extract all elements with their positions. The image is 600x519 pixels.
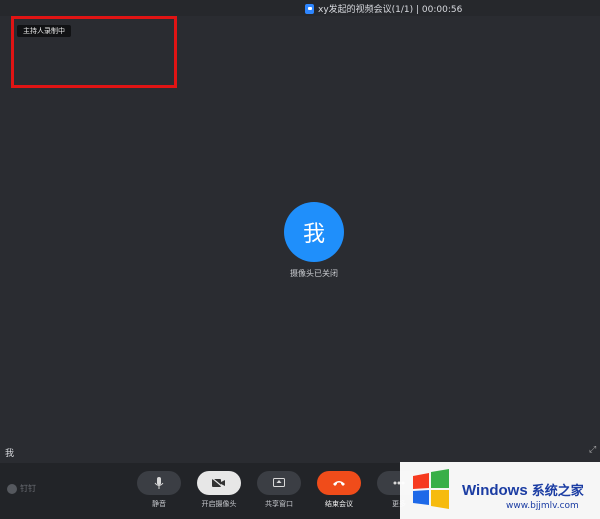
- windows-logo-icon: [413, 469, 449, 509]
- meeting-title-group: xy发起的视频会议(1/1) | 00:00:56: [305, 2, 462, 15]
- share-label: 共享窗口: [265, 500, 293, 508]
- end-meeting-button[interactable]: [317, 471, 361, 495]
- camera-status-text: 摄像头已关闭: [290, 269, 338, 278]
- lock-icon: [305, 3, 314, 14]
- mute-label: 静音: [152, 500, 166, 508]
- end-meeting-control[interactable]: 结束会议: [309, 471, 369, 509]
- camera-off-icon: [212, 478, 225, 488]
- expand-icon[interactable]: ⤢: [589, 446, 597, 455]
- title-bar: xy发起的视频会议(1/1) | 00:00:56: [0, 0, 600, 16]
- microphone-icon: [154, 476, 164, 489]
- watermark-brand-text: Windows: [462, 482, 528, 499]
- share-button[interactable]: [257, 471, 301, 495]
- watermark-brand: Windows 系统之家: [462, 480, 584, 499]
- avatar: 我: [284, 202, 344, 262]
- meeting-window: xy发起的视频会议(1/1) | 00:00:56 主持人录制中 我 摄像头已关…: [0, 0, 600, 519]
- watermark-url: www.bjjmlv.com: [506, 501, 579, 511]
- dingtalk-icon: [7, 483, 17, 494]
- highlight-box: [11, 16, 177, 88]
- end-meeting-label: 结束会议: [325, 500, 353, 508]
- share-control[interactable]: 共享窗口: [249, 471, 309, 509]
- watermark-cn-text: 系统之家: [531, 483, 584, 498]
- share-screen-icon: [273, 478, 285, 487]
- mute-button[interactable]: [137, 471, 181, 495]
- camera-control[interactable]: 开启摄像头: [189, 471, 249, 509]
- mute-control[interactable]: 静音: [129, 471, 189, 509]
- self-name-label: 我: [5, 449, 15, 459]
- brand-logo: 钉钉: [7, 483, 36, 494]
- meeting-title: xy发起的视频会议(1/1) | 00:00:56: [318, 5, 463, 15]
- avatar-text: 我: [302, 222, 325, 247]
- hang-up-icon: [333, 481, 345, 486]
- watermark: Windows 系统之家 www.bjjmlv.com: [400, 462, 600, 519]
- camera-label: 开启摄像头: [201, 500, 237, 508]
- brand-name: 钉钉: [20, 484, 36, 493]
- camera-button[interactable]: [197, 471, 241, 495]
